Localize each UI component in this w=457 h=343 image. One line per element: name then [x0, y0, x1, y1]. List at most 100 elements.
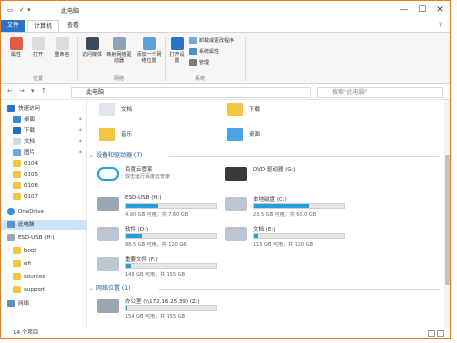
check-icon — [9, 37, 23, 50]
folder-music[interactable]: 音乐 — [99, 128, 132, 141]
drive-dvd-g[interactable]: DVD 驱动器 (G:) — [225, 165, 395, 195]
recent-dropdown[interactable]: ▾ — [31, 87, 35, 95]
sidebar-item-pictures[interactable]: 图片 ✶ — [1, 148, 87, 158]
document-icon — [99, 103, 115, 116]
manage-icon — [189, 59, 197, 66]
maximize-button[interactable]: ☐ — [413, 3, 431, 17]
sidebar-item-boot[interactable]: boot — [1, 246, 87, 256]
media-icon — [85, 37, 99, 50]
properties-button[interactable]: 属性 — [7, 37, 25, 58]
vertical-scrollbar[interactable] — [444, 100, 450, 328]
ribbon: 属性 打开 重命名 位置 访问媒体 映射网络驱动器 添加一个网络位置 网络 打开… — [1, 32, 450, 84]
sidebar-item-sources[interactable]: sources — [1, 272, 87, 282]
open-button[interactable]: 打开 — [29, 37, 47, 58]
sidebar-item-esd-usb[interactable]: ESD-USB (H:) — [1, 233, 87, 243]
star-icon — [7, 105, 15, 112]
item-count: 14 个项目 — [13, 330, 39, 336]
sidebar-item-onedrive[interactable]: OneDrive — [1, 207, 87, 217]
view-toggle[interactable] — [426, 330, 444, 338]
capacity-fill — [254, 234, 258, 238]
open-settings-button[interactable]: 打开设置 — [168, 37, 186, 64]
divider — [245, 37, 246, 81]
close-button[interactable]: ✕ — [431, 3, 449, 17]
status-bar: 14 个项目 — [1, 328, 450, 338]
tab-computer[interactable]: 计算机 — [27, 20, 60, 32]
download-folder-icon — [227, 103, 243, 116]
drive-important-f[interactable]: 重要文件 (F:) 148 GB 可用，共 155 GB — [97, 255, 267, 285]
details-view-icon[interactable] — [428, 330, 435, 337]
content-pane: 文档 下载 音乐 桌面 ⌄ 设备和驱动器 (7) 百度云管家 双击运行百度云管家… — [89, 100, 444, 328]
drive-documents-e[interactable]: 文档 (E:) 115 GB 可用，共 120 GB — [225, 225, 395, 255]
sidebar-item-0105[interactable]: 0105 — [1, 170, 87, 180]
picture-icon — [13, 149, 21, 156]
sidebar-item-0107[interactable]: 0107 — [1, 192, 87, 202]
capacity-bar — [125, 305, 217, 311]
tab-view[interactable]: 查看 — [61, 20, 85, 32]
drive-office-z[interactable]: 办公室 (\\172.16.25.39) (Z:) 154 GB 可用，共 15… — [97, 297, 267, 327]
up-button[interactable]: ↑ — [41, 87, 47, 95]
rename-icon — [55, 37, 69, 50]
folder-icon — [13, 273, 21, 280]
section-network-locations[interactable]: ⌄ 网络位置 (1) — [89, 284, 439, 294]
folder-documents[interactable]: 文档 — [99, 103, 132, 116]
scrollbar-thumb[interactable] — [445, 155, 450, 285]
drive-local-c[interactable]: 本地磁盘 (C:) 23.5 GB 可用，共 60.0 GB — [225, 195, 395, 225]
minimize-button[interactable]: — — [395, 3, 413, 17]
quick-access-toolbar[interactable]: ✓ ▾ — [19, 6, 31, 14]
folder-icon — [13, 247, 21, 254]
folder-icon — [13, 193, 21, 200]
tab-file[interactable]: 文件 — [1, 20, 26, 32]
title-bar: ▭ ✓ ▾ 此电脑 — ☐ ✕ — [1, 1, 450, 20]
capacity-fill — [126, 264, 131, 268]
capacity-bar — [125, 263, 217, 269]
group-location-label: 位置 — [33, 76, 44, 82]
sidebar-item-documents[interactable]: 文档 ✶ — [1, 137, 87, 147]
address-field[interactable]: 此电脑 — [71, 87, 311, 98]
group-system-label: 系统 — [195, 76, 206, 82]
baidu-cloud-icon — [97, 167, 119, 181]
sidebar-item-quick-access[interactable]: 快速访问 — [1, 104, 87, 114]
hard-drive-icon — [97, 257, 119, 271]
capacity-fill — [254, 204, 309, 208]
desktop-icon — [227, 128, 243, 141]
search-input[interactable]: 搜索"此电脑" — [317, 87, 443, 98]
sidebar-item-support[interactable]: support — [1, 285, 87, 295]
sidebar-item-this-pc[interactable]: 此电脑 — [1, 220, 87, 230]
sidebar-item-downloads[interactable]: 下载 ✶ — [1, 126, 87, 136]
forward-button[interactable]: → — [19, 87, 25, 95]
chevron-down-icon: ⌄ — [89, 152, 95, 159]
uninstall-programs-button[interactable]: 卸载或更改程序 — [189, 37, 234, 44]
chevron-down-icon: ⌄ — [89, 285, 95, 292]
divider — [165, 37, 166, 81]
map-drive-button[interactable]: 映射网络驱动器 — [106, 37, 132, 64]
folder-desktop[interactable]: 桌面 — [227, 128, 260, 141]
folder-icon — [13, 160, 21, 167]
sidebar-item-0106[interactable]: 0106 — [1, 181, 87, 191]
divider — [159, 289, 439, 290]
tiles-view-icon[interactable] — [437, 330, 444, 337]
system-properties-button[interactable]: 系统属性 — [189, 48, 219, 55]
manage-button[interactable]: 管理 — [189, 59, 209, 66]
ribbon-tabs: 文件 计算机 查看 ? — [1, 20, 450, 32]
hard-drive-icon — [225, 227, 247, 241]
folder-icon — [13, 171, 21, 178]
add-network-location-button[interactable]: 添加一个网络位置 — [135, 37, 163, 64]
sidebar-item-efi[interactable]: efi — [1, 259, 87, 269]
desktop-icon — [13, 116, 21, 123]
usb-drive-icon — [7, 234, 15, 241]
back-button[interactable]: ← — [7, 87, 13, 95]
network-icon — [7, 300, 15, 307]
cloud-icon — [7, 208, 15, 215]
sidebar-item-network[interactable]: 网络 — [1, 299, 87, 309]
sidebar-item-desktop[interactable]: 桌面 ✶ — [1, 115, 87, 125]
gear-icon — [170, 37, 184, 50]
rename-button[interactable]: 重命名 — [51, 37, 73, 58]
folder-downloads[interactable]: 下载 — [227, 103, 260, 116]
help-icon[interactable]: ? — [439, 22, 442, 29]
access-media-button[interactable]: 访问媒体 — [81, 37, 103, 58]
sidebar-item-0104[interactable]: 0104 — [1, 159, 87, 169]
music-icon — [99, 128, 115, 141]
pin-icon: ✶ — [77, 138, 83, 145]
capacity-bar — [125, 203, 217, 209]
section-devices[interactable]: ⌄ 设备和驱动器 (7) — [89, 151, 439, 161]
